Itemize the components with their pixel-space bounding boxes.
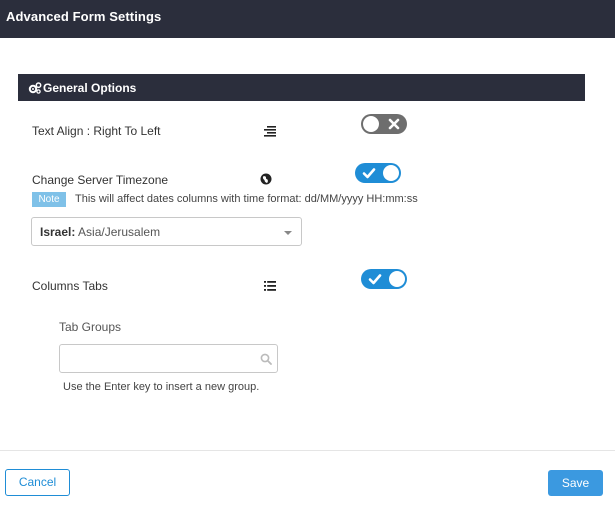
general-options-bar: General Options [18, 74, 585, 101]
cancel-button[interactable]: Cancel [5, 469, 70, 496]
save-button[interactable]: Save [548, 470, 603, 496]
columns-tabs-toggle[interactable] [361, 269, 407, 289]
tab-groups-field[interactable] [59, 344, 278, 373]
toggle-knob [383, 165, 399, 181]
tab-groups-label: Tab Groups [59, 320, 122, 334]
text-align-label: Text Align : Right To Left [32, 124, 161, 138]
timezone-select[interactable]: Israel: Asia/Jerusalem [31, 217, 302, 246]
server-timezone-label: Change Server Timezone [32, 173, 169, 187]
tab-groups-hint: Use the Enter key to insert a new group. [63, 381, 260, 393]
note-badge: Note [32, 192, 66, 207]
gears-icon [28, 82, 42, 94]
dialog-title: Advanced Form Settings [6, 9, 162, 24]
section-title: General Options [43, 81, 137, 95]
toggle-knob [389, 271, 405, 287]
globe-icon [260, 173, 272, 185]
text-align-toggle[interactable] [361, 114, 407, 134]
align-right-icon [264, 126, 276, 137]
note-text: This will affect dates columns with time… [75, 193, 418, 205]
timezone-country: Israel: [40, 225, 76, 239]
columns-tabs-label: Columns Tabs [32, 279, 108, 293]
footer-divider [0, 450, 615, 451]
server-timezone-toggle[interactable] [355, 163, 401, 183]
dialog-header: Advanced Form Settings [0, 0, 615, 38]
caret-down-icon [284, 231, 292, 235]
check-icon [362, 168, 376, 179]
timezone-name: Asia/Jerusalem [78, 225, 161, 239]
search-icon [260, 353, 272, 365]
toggle-knob [363, 116, 379, 132]
list-icon [264, 281, 276, 291]
check-icon [368, 274, 382, 285]
timezone-select-value: Israel: Asia/Jerusalem [40, 225, 160, 239]
tab-groups-input[interactable] [60, 345, 250, 372]
close-icon [388, 118, 400, 130]
